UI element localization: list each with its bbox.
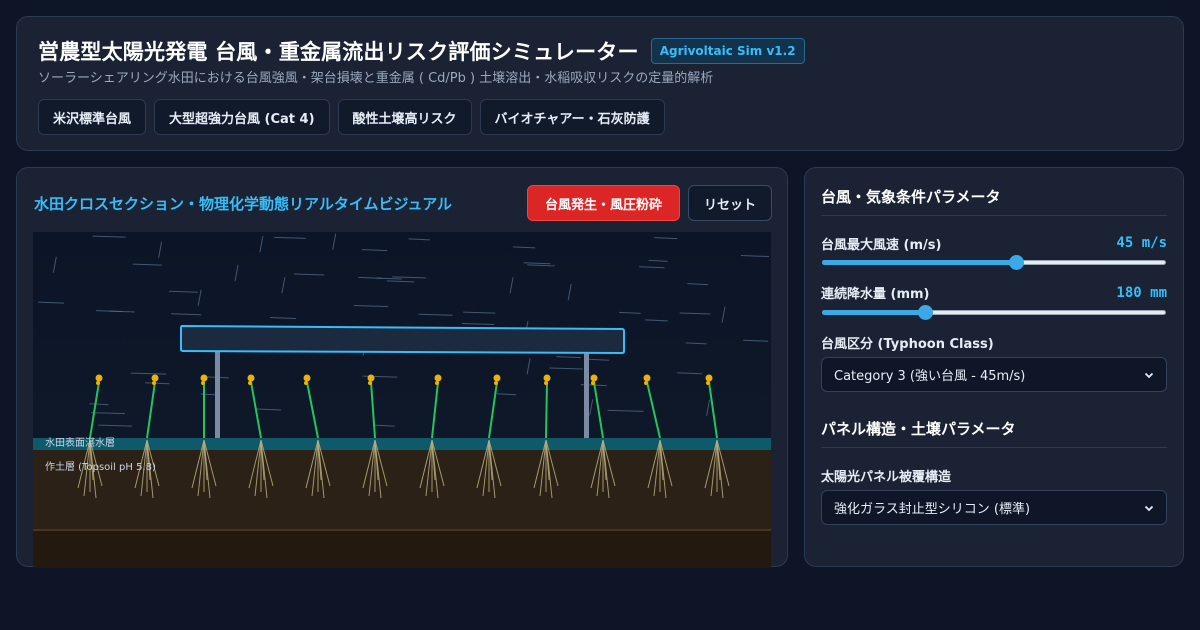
rainfall-label: 連続降水量 (mm) xyxy=(821,287,930,302)
weather-section-title: 台風・気象条件パラメータ xyxy=(821,188,1001,206)
paddy-cross-section: 水田表面湛水層 作土層 (Topsoil pH 5.8) xyxy=(33,232,771,568)
rainfall-value: 180 mm xyxy=(1116,285,1167,301)
subsoil-layer xyxy=(33,531,771,568)
rainfall-slider[interactable] xyxy=(822,305,1166,320)
visualization-card: 水田クロスセクション・物理化学動態リアルタイムビジュアル 台風発生・風圧粉砕 リ… xyxy=(16,167,788,568)
typhoon-class-label: 台風区分 (Typhoon Class) xyxy=(821,337,994,352)
chevron-down-icon xyxy=(1144,505,1154,511)
panel-divider xyxy=(821,447,1167,448)
panel-section-title: パネル構造・土壌パラメータ xyxy=(821,420,1016,438)
app-subtitle: ソーラーシェアリング水田における台風強風・架台損壊と重金属 ( Cd/Pb ) … xyxy=(38,71,714,86)
cross-section-canvas: 水田表面湛水層 作土層 (Topsoil pH 5.8) xyxy=(33,232,771,568)
wind-slider-fill xyxy=(822,260,1016,265)
solar-panel xyxy=(180,324,625,355)
reset-button[interactable]: リセット xyxy=(688,185,772,221)
support-post-right xyxy=(584,352,589,450)
panel-structure-select[interactable]: 強化ガラス封止型シリコン (標準) xyxy=(821,490,1167,525)
preset-cat4-button[interactable]: 大型超強力台風 (Cat 4) xyxy=(154,99,330,135)
typhoon-class-selected: Category 3 (強い台風 - 45m/s) xyxy=(834,369,1026,384)
panel-structure-label: 太陽光パネル被覆構造 xyxy=(821,470,952,485)
rain-slider-fill xyxy=(822,310,926,315)
rain-slider-thumb[interactable] xyxy=(918,305,934,320)
wind-speed-slider[interactable] xyxy=(822,255,1166,270)
preset-acid-soil-button[interactable]: 酸性土壌高リスク xyxy=(337,99,472,135)
parameter-card: 台風・気象条件パラメータ 台風最大風速 (m/s) 45 m/s 連続降水量 (… xyxy=(804,167,1184,567)
wind-speed-value: 45 m/s xyxy=(1116,235,1167,251)
viz-title: 水田クロスセクション・物理化学動態リアルタイムビジュアル xyxy=(34,195,453,213)
typhoon-trigger-button[interactable]: 台風発生・風圧粉砕 xyxy=(527,185,680,221)
support-post-left xyxy=(215,352,220,450)
soil-layer-label: 作土層 (Topsoil pH 5.8) xyxy=(45,460,156,473)
header-card: 営農型太陽光発電 台風・重金属流出リスク評価シミュレーター Agrivoltai… xyxy=(16,16,1184,151)
soil-boundary xyxy=(33,529,771,531)
water-layer-label: 水田表面湛水層 xyxy=(45,436,115,449)
title-row: 営農型太陽光発電 台風・重金属流出リスク評価シミュレーター Agrivoltai… xyxy=(38,36,805,66)
chevron-down-icon xyxy=(1144,372,1154,378)
typhoon-class-select[interactable]: Category 3 (強い台風 - 45m/s) xyxy=(821,357,1167,392)
panel-structure-selected: 強化ガラス封止型シリコン (標準) xyxy=(834,502,1031,517)
preset-yonezawa-button[interactable]: 米沢標準台風 xyxy=(38,99,147,135)
version-badge: Agrivoltaic Sim v1.2 xyxy=(650,38,805,64)
wind-slider-thumb[interactable] xyxy=(1008,255,1024,270)
preset-biochar-button[interactable]: バイオチャアー・石灰防護 xyxy=(479,99,665,135)
app-title: 営農型太陽光発電 台風・重金属流出リスク評価シミュレーター xyxy=(38,40,639,64)
weather-divider xyxy=(821,215,1167,216)
wind-speed-label: 台風最大風速 (m/s) xyxy=(821,238,942,253)
preset-bar: 米沢標準台風 大型超強力台風 (Cat 4) 酸性土壌高リスク バイオチャアー・… xyxy=(38,99,665,135)
